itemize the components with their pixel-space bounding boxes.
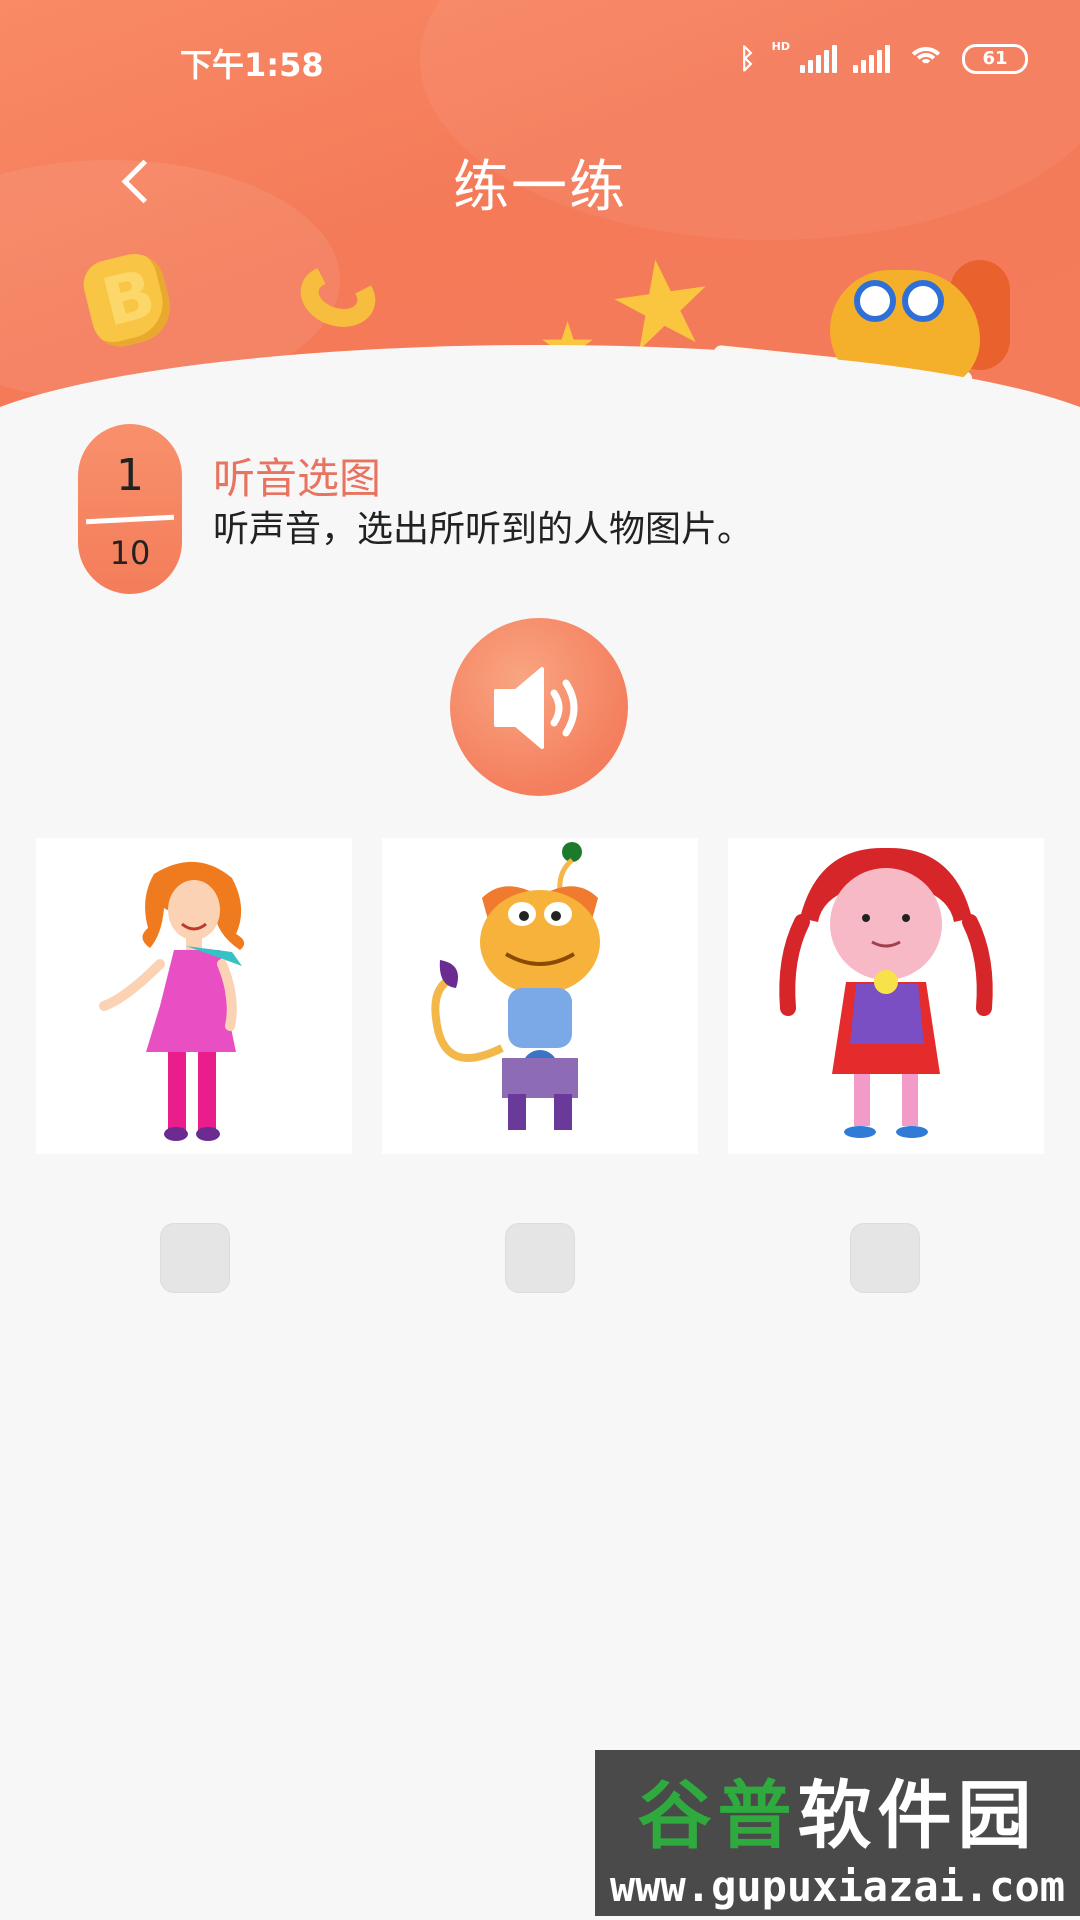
- battery-icon: 61: [962, 43, 1028, 74]
- mascot-eye: [854, 280, 896, 322]
- watermark: 谷普软件园 www.gupuxiazai.com: [595, 1750, 1080, 1916]
- speaker-icon: [494, 667, 578, 749]
- girl-in-pink-dress-image: [99, 861, 245, 1141]
- page-title: 练一练: [453, 155, 627, 220]
- status-icons: ᛒ HD 61: [738, 40, 1028, 75]
- wifi-icon: [906, 45, 946, 73]
- answer-options: [36, 838, 1044, 1154]
- option-checkbox-3[interactable]: [850, 1223, 920, 1293]
- option-card-2[interactable]: [382, 838, 698, 1154]
- bluetooth-icon: ᛒ: [738, 42, 756, 75]
- question-type: 听音选图: [213, 454, 382, 503]
- option-checkbox-2[interactable]: [505, 1223, 575, 1293]
- progress-divider: [85, 514, 175, 525]
- signal-icon: [800, 44, 837, 73]
- option-card-1[interactable]: [36, 838, 352, 1154]
- watermark-title-part1: 谷普: [637, 1773, 798, 1859]
- progress-total: 10: [109, 534, 151, 572]
- header-banner: ★ ★ 下午1:58 ᛒ HD 61 练一练: [0, 0, 1080, 440]
- question-description: 听声音，选出所听到的人物图片。: [213, 509, 754, 550]
- watermark-title-part2: 软件园: [797, 1773, 1038, 1859]
- mascot-eye: [902, 280, 944, 322]
- play-audio-button[interactable]: [450, 618, 628, 796]
- watermark-title: 谷普软件园: [595, 1756, 1080, 1863]
- option-checkbox-1[interactable]: [160, 1223, 230, 1293]
- option-card-3[interactable]: [728, 838, 1044, 1154]
- network-type-label: HD: [771, 40, 790, 53]
- progress-current: 1: [116, 450, 144, 501]
- status-time: 下午1:58: [180, 46, 324, 84]
- monster-character-image: [431, 842, 600, 1130]
- girl-with-red-braids-image: [779, 847, 993, 1138]
- practice-page: ★ ★ 下午1:58 ᛒ HD 61 练一练: [0, 0, 1080, 1920]
- question-progress: 1 10: [78, 424, 182, 594]
- watermark-url: www.gupuxiazai.com: [609, 1862, 1066, 1911]
- signal-icon: [853, 44, 890, 73]
